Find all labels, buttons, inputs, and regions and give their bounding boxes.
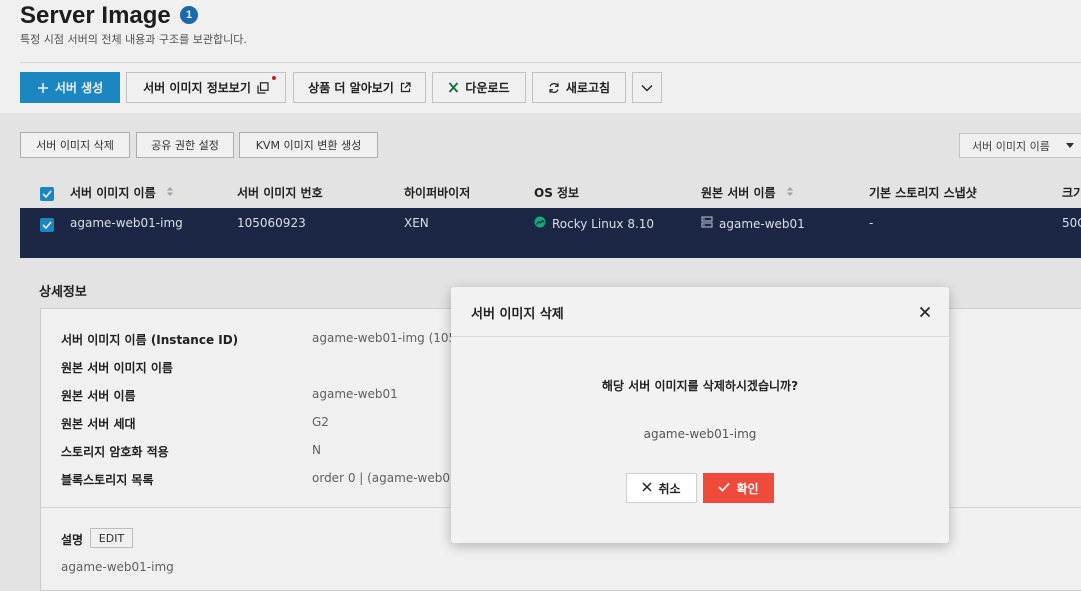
- check-icon: [718, 481, 731, 495]
- close-icon[interactable]: [919, 306, 931, 318]
- confirm-button[interactable]: 확인: [703, 473, 774, 503]
- x-icon: [642, 481, 652, 495]
- dialog-header: 서버 이미지 삭제: [451, 287, 949, 337]
- cancel-button[interactable]: 취소: [626, 473, 697, 503]
- delete-image-dialog: 서버 이미지 삭제 해당 서버 이미지를 삭제하시겠습니까? agame-web…: [451, 287, 949, 543]
- cancel-label: 취소: [658, 481, 681, 496]
- confirm-label: 확인: [736, 481, 759, 496]
- dialog-target-name: agame-web01-img: [643, 427, 757, 441]
- dialog-message: 해당 서버 이미지를 삭제하시겠습니까?: [601, 379, 799, 393]
- dialog-title: 서버 이미지 삭제: [471, 307, 564, 322]
